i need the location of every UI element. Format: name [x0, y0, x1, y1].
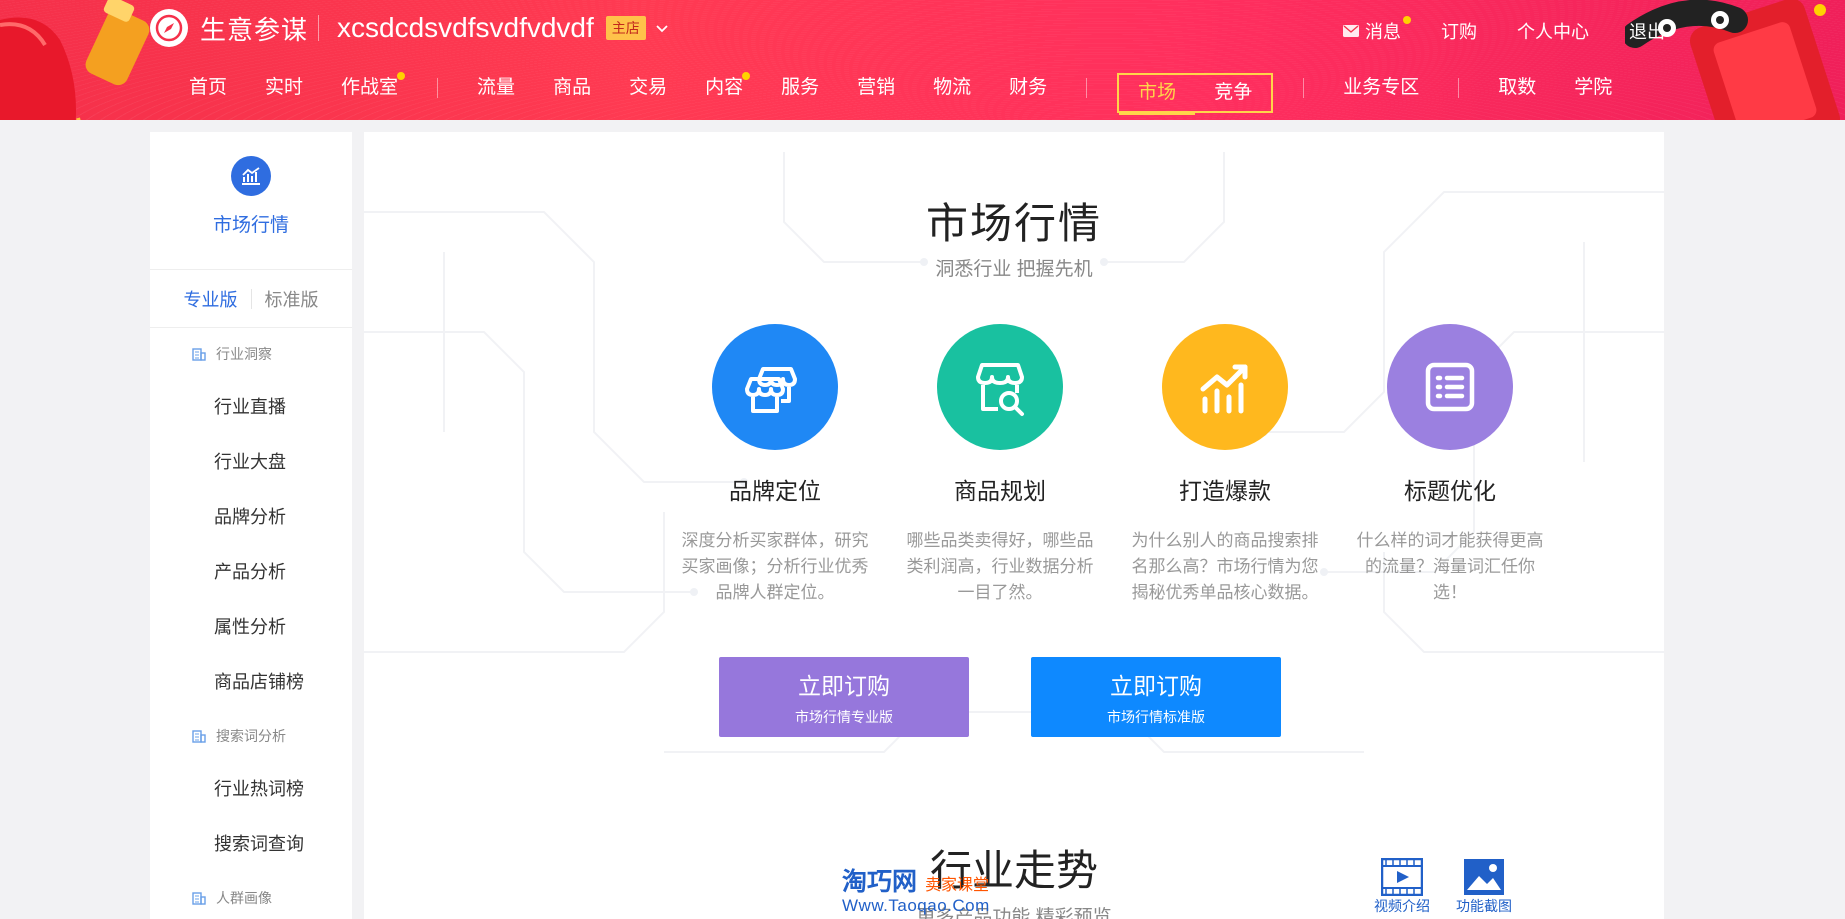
page-subtitle: 洞悉行业 把握先机 — [935, 259, 1093, 280]
main-nav: 首页 实时 作战室 流量 商品 交易 内容 服务 营销 物流 财务 市场 竞争 … — [170, 68, 1631, 118]
sidebar-group-search-analysis: 搜索词分析 — [150, 710, 352, 762]
sidebar-item-industry-overview[interactable]: 行业大盘 — [150, 435, 352, 490]
nav-service[interactable]: 服务 — [762, 68, 838, 118]
nav-finance[interactable]: 财务 — [990, 68, 1066, 118]
nav-market-competition-group: 市场 竞争 — [1117, 73, 1274, 115]
nav-divider — [1458, 78, 1460, 98]
nav-marketing[interactable]: 营销 — [838, 68, 914, 118]
feature-title: 打造爆款 — [1179, 478, 1271, 504]
shop-switch-chevron-down-icon[interactable] — [656, 20, 668, 36]
watermark-tag: 卖家课堂 — [925, 877, 990, 894]
nav-products[interactable]: 商品 — [534, 68, 610, 118]
shop-search-icon — [937, 324, 1063, 450]
personal-center-link[interactable]: 个人中心 — [1517, 18, 1589, 44]
feature-product-planning: 商品规划 哪些品类卖得好，哪些品类利润高，行业数据分析一目了然。 — [900, 324, 1100, 606]
sidebar: 市场行情 专业版 标准版 行业洞察 行业直播 行业大盘 品牌分析 产品分析 属性… — [150, 132, 352, 919]
nav-academy[interactable]: 学院 — [1555, 68, 1631, 118]
messages-link[interactable]: 消息 — [1343, 16, 1411, 44]
tab-divider — [250, 288, 252, 309]
nav-realtime[interactable]: 实时 — [246, 68, 322, 118]
sidebar-title[interactable]: 市场行情 — [213, 210, 289, 237]
feature-title: 品牌定位 — [729, 478, 821, 504]
market-chart-icon — [231, 156, 271, 196]
subscribe-professional-button[interactable]: 立即订购 市场行情专业版 — [719, 657, 969, 737]
festive-decoration-left — [0, 0, 150, 120]
feature-description: 深度分析买家群体，研究买家画像；分析行业优秀品牌人群定位。 — [681, 531, 869, 602]
brand-area: 生意参谋 xcsdcdsvdfsvdfvdvdf 主店 — [150, 8, 668, 48]
main-content: 市场行情 洞悉行业 把握先机 品牌定位 深度分析买家群体，研究买家画像；分析行业… — [364, 132, 1664, 919]
feature-title: 标题优化 — [1404, 478, 1496, 504]
feature-description: 为什么别人的商品搜索排名那么高？市场行情为您揭秘优秀单品核心数据。 — [1131, 531, 1319, 602]
nav-traffic[interactable]: 流量 — [458, 68, 534, 118]
image-icon — [1464, 859, 1504, 895]
feature-description: 什么样的词才能获得更高的流量？海量词汇任你选！ — [1356, 531, 1544, 602]
nav-market[interactable]: 市场 — [1119, 75, 1196, 115]
tab-professional[interactable]: 专业版 — [184, 286, 238, 312]
sidebar-item-product-analysis[interactable]: 产品分析 — [150, 545, 352, 600]
sidebar-item-hot-words[interactable]: 行业热词榜 — [150, 762, 352, 817]
shop-name[interactable]: xcsdcdsvdfsvdfvdvdf — [337, 12, 594, 44]
notification-dot — [1403, 16, 1411, 24]
tab-standard[interactable]: 标准版 — [265, 286, 319, 312]
building-icon — [192, 348, 206, 361]
nav-content[interactable]: 内容 — [686, 68, 762, 118]
shop-icon — [712, 324, 838, 450]
mail-icon — [1343, 25, 1359, 37]
sidebar-group-audience-profile: 人群画像 — [150, 872, 352, 919]
sidebar-header: 市场行情 — [150, 132, 352, 270]
watermark-name: 淘巧网 — [842, 868, 918, 896]
nav-divider — [1303, 78, 1305, 98]
nav-data-fetch[interactable]: 取数 — [1479, 68, 1555, 118]
sidebar-group-industry-insight: 行业洞察 — [150, 328, 352, 380]
page-title: 市场行情 — [925, 200, 1102, 247]
nav-content-dot — [742, 72, 751, 80]
feature-title: 商品规划 — [954, 478, 1046, 504]
sidebar-item-attribute-analysis[interactable]: 属性分析 — [150, 600, 352, 655]
sidebar-item-search-query[interactable]: 搜索词查询 — [150, 817, 352, 872]
video-icon — [1381, 858, 1423, 896]
nav-trade[interactable]: 交易 — [610, 68, 686, 118]
nav-business-zone[interactable]: 业务专区 — [1324, 68, 1438, 118]
edition-tabs: 专业版 标准版 — [150, 270, 352, 328]
nav-war-room[interactable]: 作战室 — [322, 68, 417, 118]
feature-screenshot-button[interactable]: 功能截图 — [1456, 858, 1512, 916]
nav-war-room-dot — [397, 72, 406, 80]
nav-competition[interactable]: 竞争 — [1195, 75, 1271, 111]
trend-chart-icon — [1162, 324, 1288, 450]
watermark: 淘巧网 卖家课堂 Www.Taoqao.Com — [842, 862, 990, 916]
building-icon — [192, 730, 206, 743]
nav-home[interactable]: 首页 — [170, 68, 246, 118]
top-header: 生意参谋 xcsdcdsvdfsvdfvdvdf 主店 消息 订购 个人中心 退… — [0, 0, 1845, 120]
feature-hot-product: 打造爆款 为什么别人的商品搜索排名那么高？市场行情为您揭秘优秀单品核心数据。 — [1125, 324, 1325, 606]
brand-name[interactable]: 生意参谋 — [200, 10, 308, 47]
compass-logo-icon[interactable] — [150, 9, 188, 47]
sidebar-item-brand-analysis[interactable]: 品牌分析 — [150, 490, 352, 545]
sidebar-item-industry-live[interactable]: 行业直播 — [150, 380, 352, 435]
building-icon — [192, 892, 206, 905]
logout-link[interactable]: 退出 — [1629, 18, 1665, 44]
subscribe-standard-button[interactable]: 立即订购 市场行情标准版 — [1031, 657, 1281, 737]
list-icon — [1387, 324, 1513, 450]
watermark-url: Www.Taoqao.Com — [842, 896, 990, 915]
sidebar-item-product-shop-ranking[interactable]: 商品店铺榜 — [150, 655, 352, 710]
nav-logistics[interactable]: 物流 — [914, 68, 990, 118]
feature-description: 哪些品类卖得好，哪些品类利润高，行业数据分析一目了然。 — [906, 531, 1094, 602]
top-links: 消息 订购 个人中心 退出 — [1343, 16, 1665, 44]
nav-divider — [1086, 78, 1088, 98]
brand-divider — [318, 15, 320, 41]
feature-title-optimization: 标题优化 什么样的词才能获得更高的流量？海量词汇任你选！ — [1350, 324, 1550, 606]
nav-divider — [437, 78, 439, 98]
feature-brand-positioning: 品牌定位 深度分析买家群体，研究买家画像；分析行业优秀品牌人群定位。 — [675, 324, 875, 606]
order-link[interactable]: 订购 — [1441, 18, 1477, 44]
video-intro-button[interactable]: 视频介绍 — [1374, 858, 1430, 916]
main-shop-badge: 主店 — [605, 16, 646, 40]
